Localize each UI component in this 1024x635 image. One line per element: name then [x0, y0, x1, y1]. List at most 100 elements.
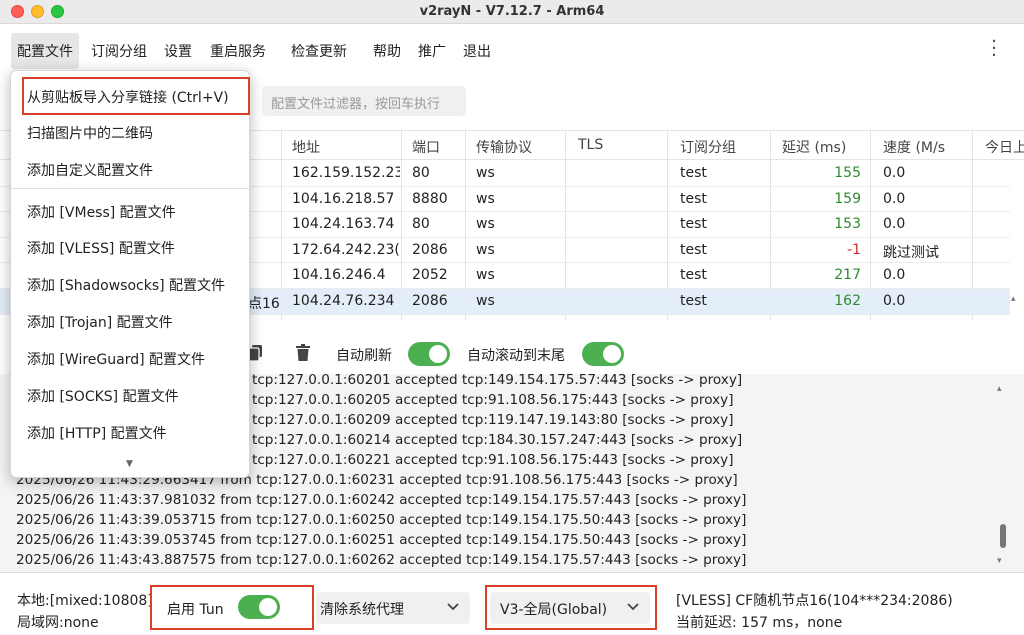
- log-line: 2025/06/26 11:43:39.053745 from tcp:127.…: [16, 532, 747, 548]
- chevron-down-more-icon[interactable]: ▼: [126, 459, 133, 469]
- tun-toggle[interactable]: [238, 595, 280, 619]
- cell-address: 104.24.163.74: [292, 216, 395, 233]
- trash-icon[interactable]: [295, 344, 311, 362]
- menu-add-vless[interactable]: 添加 [VLESS] 配置文件: [27, 238, 175, 258]
- menu-add-socks[interactable]: 添加 [SOCKS] 配置文件: [27, 386, 179, 406]
- cell-delay: 159: [834, 190, 861, 207]
- cell-address: 104.24.76.234: [292, 293, 395, 309]
- menu-bar: 配置文件 订阅分组 设置 重启服务 检查更新 帮助 推广 退出 · · ·: [0, 24, 1024, 74]
- routing-select[interactable]: V3-全局(Global): [490, 592, 650, 624]
- cell-transport: ws: [476, 241, 495, 258]
- cell-port: 2052: [412, 267, 448, 284]
- scroll-up-icon[interactable]: ▴: [1011, 294, 1016, 304]
- cell-port: 80: [412, 216, 430, 233]
- log-line: tcp:127.0.0.1:60209 accepted tcp:119.147…: [252, 412, 734, 428]
- column-transport[interactable]: 传输协议: [476, 137, 532, 157]
- menu-restart-service[interactable]: 重启服务: [210, 41, 266, 61]
- menu-add-wireguard[interactable]: 添加 [WireGuard] 配置文件: [27, 349, 205, 369]
- log-scroll-up-icon[interactable]: ▴: [997, 384, 1002, 394]
- lan-status: 局域网:none: [17, 615, 99, 631]
- column-port[interactable]: 端口: [412, 137, 440, 157]
- cell-address: 104.16.246.4: [292, 267, 386, 284]
- cell-address: 104.16.218.57: [292, 190, 395, 207]
- menu-check-update[interactable]: 检查更新: [291, 41, 347, 61]
- cell-port: 2086: [412, 241, 448, 258]
- copy-icon[interactable]: [248, 344, 264, 362]
- title-bar: v2rayN - V7.12.7 - Arm64: [0, 0, 1024, 24]
- auto-refresh-toggle[interactable]: [408, 342, 450, 366]
- cell-sub-group: test: [680, 267, 707, 284]
- log-line: tcp:127.0.0.1:60221 accepted tcp:91.108.…: [252, 452, 734, 468]
- menu-add-trojan[interactable]: 添加 [Trojan] 配置文件: [27, 312, 173, 332]
- column-speed[interactable]: 速度 (M/s: [883, 137, 945, 157]
- cell-delay: 155: [834, 165, 861, 181]
- column-today-up[interactable]: 今日上: [985, 137, 1024, 157]
- column-address[interactable]: 地址: [292, 137, 320, 157]
- chevron-down-icon: [627, 603, 639, 611]
- log-vertical-scrollbar[interactable]: [1000, 524, 1006, 548]
- menu-help[interactable]: 帮助: [373, 41, 401, 61]
- tun-label: 启用 Tun: [167, 602, 224, 618]
- log-line: 2025/06/26 11:43:39.053715 from tcp:127.…: [16, 512, 747, 528]
- menu-promotion[interactable]: 推广: [418, 41, 446, 61]
- log-line: 2025/06/26 11:43:37.981032 from tcp:127.…: [16, 492, 747, 508]
- status-bar: 本地:[mixed:10808] 局域网:none 启用 Tun 清除系统代理 …: [0, 572, 1024, 635]
- menu-add-vmess[interactable]: 添加 [VMess] 配置文件: [27, 202, 176, 222]
- menu-settings[interactable]: 设置: [164, 41, 192, 61]
- chevron-down-icon: [447, 603, 459, 611]
- cell-sub-group: test: [680, 293, 707, 309]
- menu-add-shadowsocks[interactable]: 添加 [Shadowsocks] 配置文件: [27, 275, 225, 295]
- cell-address: 162.159.152.23: [292, 165, 400, 181]
- cell-delay: 217: [834, 267, 861, 284]
- cell-delay: 153: [834, 216, 861, 233]
- cell-transport: ws: [476, 267, 495, 284]
- current-delay: 当前延迟: 157 ms，none: [676, 615, 843, 631]
- system-proxy-select[interactable]: 清除系统代理: [316, 592, 470, 624]
- auto-refresh-label: 自动刷新: [336, 348, 392, 364]
- log-line: tcp:127.0.0.1:60201 accepted tcp:149.154…: [252, 374, 743, 388]
- profiles-dropdown-menu: 从剪贴板导入分享链接 (Ctrl+V) 扫描图片中的二维码 添加自定义配置文件 …: [10, 70, 250, 478]
- menu-add-http[interactable]: 添加 [HTTP] 配置文件: [27, 423, 167, 443]
- log-line: 2025/06/26 11:43:43.887575 from tcp:127.…: [16, 552, 747, 568]
- cell-speed: 0.0: [883, 267, 906, 284]
- cell-transport: ws: [476, 293, 495, 309]
- cell-delay: -1: [847, 241, 861, 258]
- kebab-menu-icon[interactable]: · · ·: [991, 33, 997, 65]
- log-line: tcp:127.0.0.1:60214 accepted tcp:184.30.…: [252, 432, 743, 448]
- cell-delay: 162: [834, 293, 861, 309]
- cell-name: 点16: [248, 296, 280, 312]
- cell-sub-group: test: [680, 241, 707, 258]
- cell-speed: 0.0: [883, 190, 906, 207]
- cell-transport: ws: [476, 190, 495, 207]
- local-port-status: 本地:[mixed:10808]: [17, 593, 153, 609]
- window-title: v2rayN - V7.12.7 - Arm64: [419, 4, 605, 19]
- auto-scroll-label: 自动滚动到末尾: [467, 348, 565, 364]
- column-tls[interactable]: TLS: [578, 137, 603, 153]
- menu-scan-qrcode[interactable]: 扫描图片中的二维码: [27, 123, 153, 143]
- cell-address: 172.64.242.23(: [292, 241, 400, 258]
- system-proxy-value: 清除系统代理: [320, 602, 404, 618]
- cell-sub-group: test: [680, 216, 707, 233]
- cell-port: 8880: [412, 190, 448, 207]
- cell-port: 80: [412, 165, 430, 181]
- cell-sub-group: test: [680, 165, 707, 181]
- log-line: tcp:127.0.0.1:60205 accepted tcp:91.108.…: [252, 392, 734, 408]
- current-node: [VLESS] CF随机节点16(104***234:2086): [676, 593, 953, 609]
- column-delay[interactable]: 延迟 (ms): [782, 137, 846, 157]
- menu-profiles[interactable]: 配置文件: [11, 33, 79, 69]
- menu-sub-group[interactable]: 订阅分组: [91, 41, 147, 61]
- cell-transport: ws: [476, 216, 495, 233]
- routing-value: V3-全局(Global): [500, 602, 608, 618]
- cell-speed: 0.0: [883, 216, 906, 233]
- menu-add-custom[interactable]: 添加自定义配置文件: [27, 160, 153, 180]
- log-scroll-down-icon[interactable]: ▾: [997, 556, 1002, 566]
- menu-import-clipboard[interactable]: 从剪贴板导入分享链接 (Ctrl+V): [27, 87, 229, 107]
- cell-port: 2086: [412, 293, 448, 309]
- profile-filter-input[interactable]: 配置文件过滤器，按回车执行: [262, 86, 466, 116]
- auto-scroll-toggle[interactable]: [582, 342, 624, 366]
- column-sub-group[interactable]: 订阅分组: [680, 137, 736, 157]
- menu-exit[interactable]: 退出: [463, 41, 491, 61]
- cell-speed: 跳过测试: [883, 244, 939, 261]
- cell-transport: ws: [476, 165, 495, 181]
- cell-speed: 0.0: [883, 293, 906, 309]
